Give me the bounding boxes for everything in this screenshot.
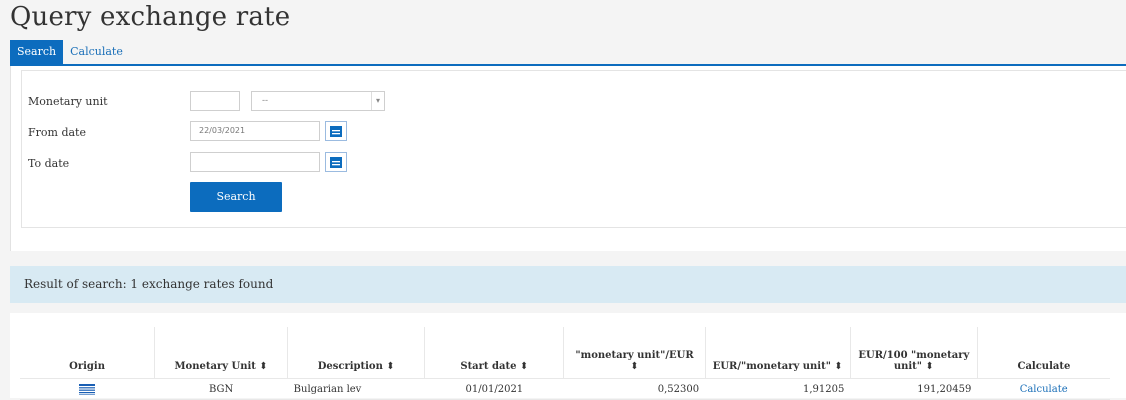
result-summary: Result of search: 1 exchange rates found [10, 266, 1126, 303]
flag-icon [79, 383, 96, 395]
to-date-label: To date [28, 157, 70, 170]
exchange-rate-table: Origin Monetary Unit ⬍ Description ⬍ Sta… [20, 327, 1110, 400]
monetary-unit-label: Monetary unit [28, 95, 108, 108]
from-date-calendar-button[interactable] [325, 121, 347, 141]
calculate-link[interactable]: Calculate [1020, 384, 1068, 395]
to-date-input[interactable] [190, 152, 320, 172]
search-form [21, 70, 1126, 228]
from-date-input[interactable]: 22/03/2021 [190, 121, 320, 141]
calculate-cell: Calculate [977, 378, 1110, 400]
tab-bar: Search Calculate [10, 40, 130, 64]
eur-per-unit-cell: 1,91205 [705, 378, 851, 400]
to-date-calendar-button[interactable] [325, 152, 347, 172]
search-panel [10, 66, 1126, 251]
col-eur-per-100-units[interactable]: EUR/100 "monetary unit" ⬍ [850, 327, 978, 379]
calendar-icon [330, 156, 342, 168]
table-header-row: Origin Monetary Unit ⬍ Description ⬍ Sta… [20, 327, 1110, 379]
col-unit-per-eur[interactable]: "monetary unit"/EUR ⬍ [563, 327, 706, 379]
chevron-down-icon: ▾ [371, 92, 384, 110]
tab-calculate[interactable]: Calculate [63, 40, 130, 64]
col-eur-per-unit[interactable]: EUR/"monetary unit" ⬍ [705, 327, 851, 379]
col-origin: Origin [20, 327, 156, 379]
table-row: BGN Bulgarian lev 01/01/2021 0,52300 1,9… [20, 378, 1110, 400]
col-monetary-unit[interactable]: Monetary Unit ⬍ [154, 327, 289, 379]
monetary-unit-select[interactable]: -- ▾ [251, 91, 385, 111]
col-calculate: Calculate [1017, 361, 1071, 372]
results-panel: Origin Monetary Unit ⬍ Description ⬍ Sta… [10, 313, 1126, 400]
eur-per-100-units-cell: 191,20459 [850, 378, 978, 400]
unit-per-eur-cell: 0,52300 [563, 378, 706, 400]
col-description[interactable]: Description ⬍ [287, 327, 426, 379]
monetary-unit-code-input[interactable] [190, 91, 240, 111]
monetary-unit-select-value: -- [262, 96, 269, 106]
monetary-unit-cell: BGN [154, 378, 288, 400]
start-date-cell: 01/01/2021 [424, 378, 564, 400]
page-title: Query exchange rate [10, 2, 291, 32]
description-cell: Bulgarian lev [287, 378, 425, 400]
from-date-label: From date [28, 126, 86, 139]
search-button[interactable]: Search [190, 182, 282, 212]
col-start-date[interactable]: Start date ⬍ [424, 327, 565, 379]
origin-cell [20, 378, 155, 400]
calendar-icon [330, 125, 342, 137]
tab-search[interactable]: Search [10, 40, 64, 64]
